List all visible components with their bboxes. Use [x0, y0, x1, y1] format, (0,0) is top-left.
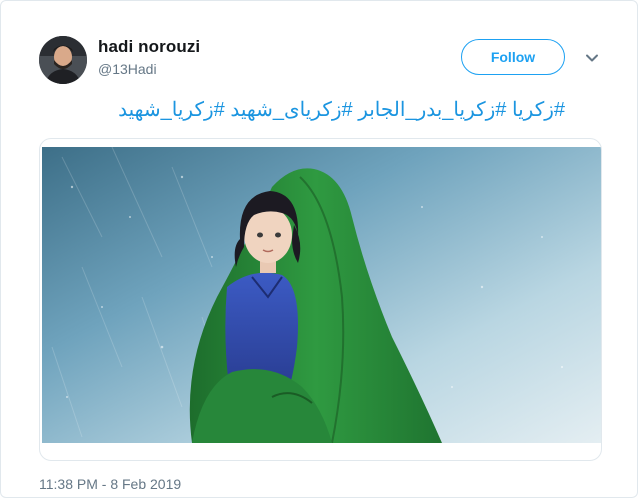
tweet-image[interactable]: [42, 147, 601, 443]
media-card[interactable]: [39, 138, 602, 461]
chevron-down-icon[interactable]: [583, 49, 601, 67]
avatar[interactable]: [39, 36, 87, 84]
user-handle[interactable]: @13Hadi: [98, 61, 157, 77]
tweet-card: hadi norouzi @13Hadi Follow #زکریا #زکری…: [0, 0, 638, 498]
hashtag-link[interactable]: #زکریا_بدر_الجابر: [358, 99, 506, 121]
profile-photo: [39, 36, 87, 84]
display-name[interactable]: hadi norouzi: [98, 37, 200, 57]
follow-button[interactable]: Follow: [461, 39, 565, 75]
hashtag-link[interactable]: #زکریا_شهید: [118, 99, 225, 121]
hashtag-link[interactable]: #زکریا: [512, 99, 565, 121]
hashtag-link[interactable]: #زکریای_شهید: [230, 99, 352, 121]
tweet-text: #زکریا #زکریا_بدر_الجابر #زکریای_شهید #ز…: [118, 97, 565, 122]
tweet-timestamp[interactable]: 11:38 PM - 8 Feb 2019: [39, 476, 181, 492]
